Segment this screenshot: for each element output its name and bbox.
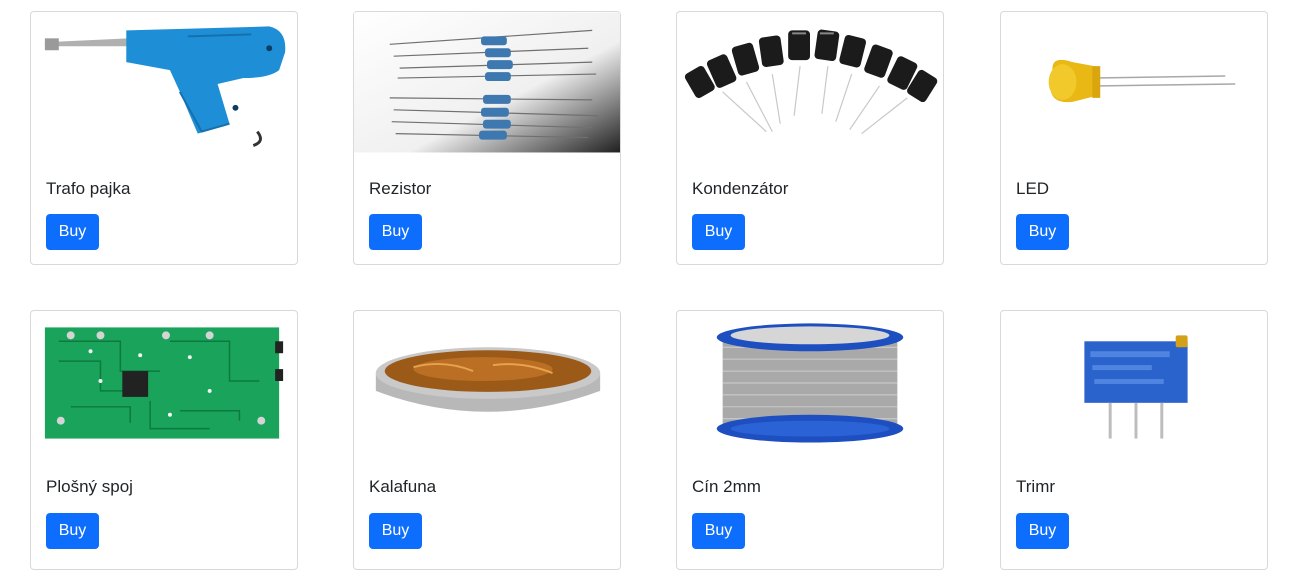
trimmer-potentiometer-image bbox=[1001, 311, 1267, 452]
product-title: Trafo pajka bbox=[46, 179, 131, 198]
product-card: Rezistor Buy bbox=[353, 11, 621, 265]
buy-button[interactable]: Buy bbox=[369, 513, 422, 549]
product-card: Trafo pajka Buy bbox=[30, 11, 298, 265]
led-image bbox=[1001, 12, 1267, 153]
buy-button[interactable]: Buy bbox=[1016, 214, 1069, 250]
product-title: Kalafuna bbox=[369, 477, 437, 496]
product-title: Cín 2mm bbox=[692, 477, 761, 496]
soldering-gun-image bbox=[31, 12, 297, 153]
pcb-image bbox=[31, 311, 297, 452]
product-card: Cín 2mm Buy bbox=[676, 310, 944, 570]
product-card: Kalafuna Buy bbox=[353, 310, 621, 570]
product-title: Rezistor bbox=[369, 179, 432, 198]
product-card: Kondenzátor Buy bbox=[676, 11, 944, 265]
buy-button[interactable]: Buy bbox=[46, 513, 99, 549]
product-title: LED bbox=[1016, 179, 1050, 198]
capacitors-image bbox=[677, 12, 943, 153]
product-card: LED Buy bbox=[1000, 11, 1268, 265]
resistors-image bbox=[354, 12, 620, 153]
product-card: Plošný spoj Buy bbox=[30, 310, 298, 570]
product-card: Trimr Buy bbox=[1000, 310, 1268, 570]
rosin-tin-image bbox=[354, 311, 620, 452]
solder-wire-spool-image bbox=[677, 311, 943, 452]
buy-button[interactable]: Buy bbox=[369, 214, 422, 250]
product-title: Kondenzátor bbox=[692, 179, 789, 198]
product-title: Trimr bbox=[1016, 477, 1056, 496]
buy-button[interactable]: Buy bbox=[692, 214, 745, 250]
product-title: Plošný spoj bbox=[46, 477, 133, 496]
buy-button[interactable]: Buy bbox=[1016, 513, 1069, 549]
buy-button[interactable]: Buy bbox=[692, 513, 745, 549]
buy-button[interactable]: Buy bbox=[46, 214, 99, 250]
